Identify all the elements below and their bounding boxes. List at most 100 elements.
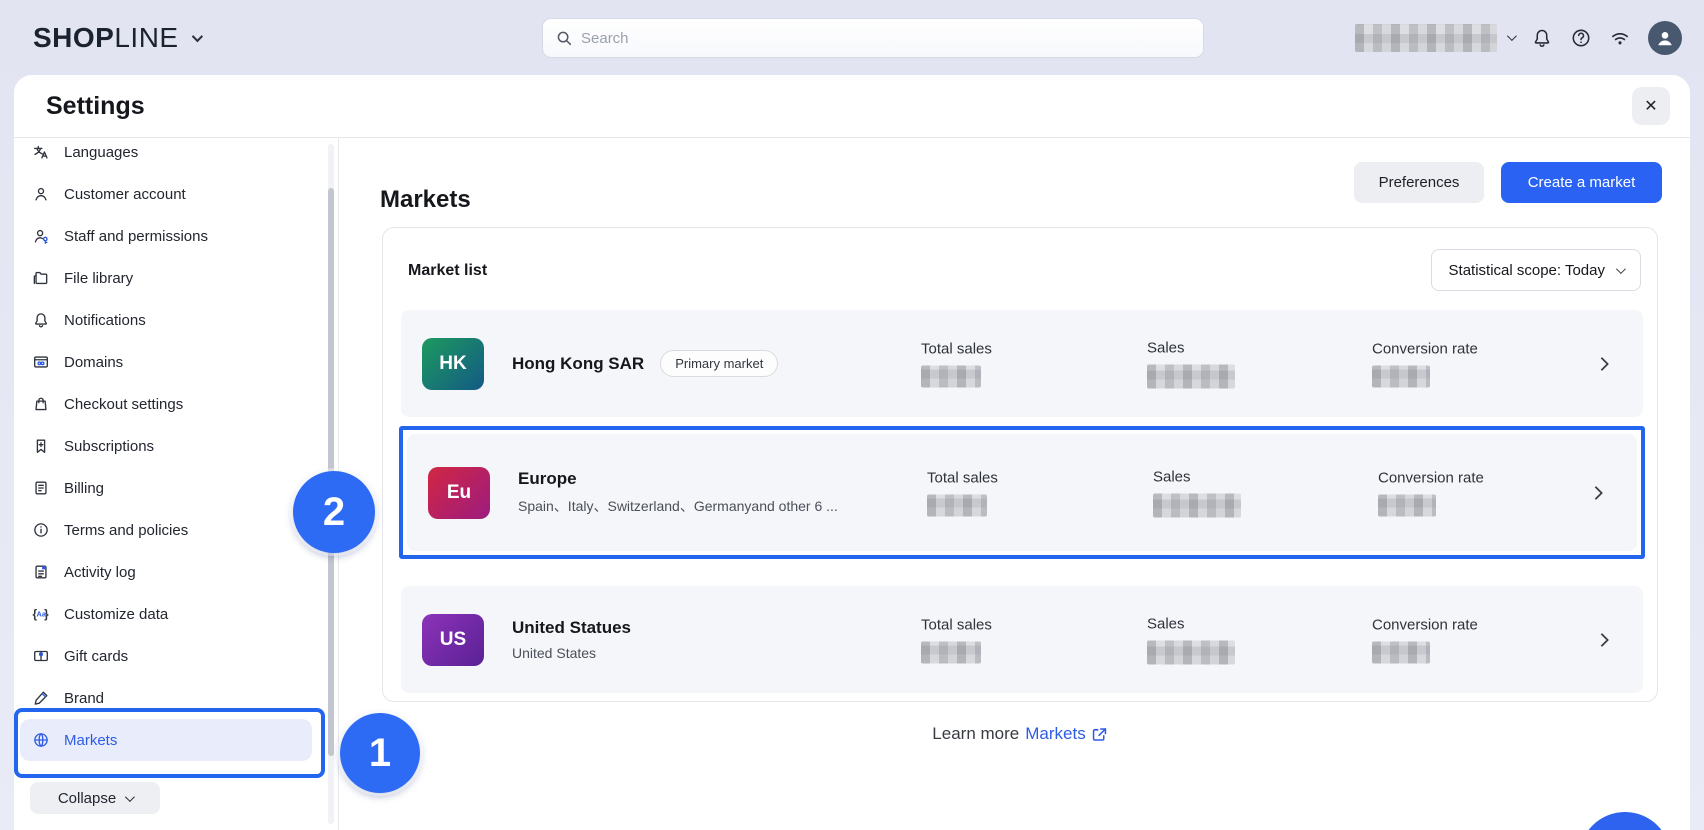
- sidebar-item-gift-cards[interactable]: Gift cards: [20, 635, 312, 677]
- chevron-right-icon: [1595, 632, 1609, 646]
- stat-label-conversion-rate: Conversion rate: [1378, 469, 1484, 486]
- settings-header: Settings ✕: [14, 75, 1690, 138]
- sidebar-item-markets[interactable]: Markets: [20, 719, 312, 761]
- brand-icon: [32, 689, 50, 707]
- customer-account-icon: [32, 185, 50, 203]
- market-name: United Statues: [512, 618, 631, 638]
- customize-data-icon: {}Aa: [32, 605, 50, 623]
- statistical-scope-label: Statistical scope: Today: [1449, 262, 1605, 279]
- sidebar-list: Languages Customer account Staff and per…: [20, 138, 312, 761]
- markets-link-label: Markets: [1025, 724, 1085, 744]
- external-link-icon: [1091, 726, 1108, 743]
- stat-label-sales: Sales: [1147, 339, 1235, 356]
- statistical-scope-dropdown[interactable]: Statistical scope: Today: [1431, 249, 1641, 291]
- redacted-value: [1378, 494, 1436, 516]
- staff-permissions-icon: [32, 227, 50, 245]
- sidebar-item-customer-account[interactable]: Customer account: [20, 173, 312, 215]
- sidebar-item-billing[interactable]: Billing: [20, 467, 312, 509]
- redacted-value: [921, 365, 981, 387]
- help-icon[interactable]: [1570, 27, 1592, 49]
- sidebar-item-file-library[interactable]: File library: [20, 257, 312, 299]
- stat-label-conversion-rate: Conversion rate: [1372, 340, 1478, 357]
- stat-label-total-sales: Total sales: [921, 340, 992, 357]
- stat-label-sales: Sales: [1147, 615, 1235, 632]
- sidebar-item-brand[interactable]: Brand: [20, 677, 312, 719]
- search-icon: [555, 29, 573, 47]
- shopline-logo-text: SHOPLINE: [33, 22, 179, 54]
- learn-more-text: Learn more: [932, 724, 1019, 744]
- domains-icon: [32, 353, 50, 371]
- languages-icon: [32, 143, 50, 161]
- redacted-value: [1147, 640, 1235, 664]
- activity-log-icon: [32, 563, 50, 581]
- sidebar-item-domains[interactable]: Domains: [20, 341, 312, 383]
- account-name-redacted: [1355, 24, 1497, 52]
- preferences-button[interactable]: Preferences: [1354, 162, 1484, 203]
- chevron-right-icon: [1595, 356, 1609, 370]
- markets-title: Markets: [380, 186, 471, 214]
- markets-globe-icon: [32, 731, 50, 749]
- markets-main: Markets Preferences Create a market Mark…: [339, 138, 1690, 830]
- redacted-value: [1372, 365, 1430, 387]
- billing-icon: [32, 479, 50, 497]
- checkout-icon: [32, 395, 50, 413]
- file-library-icon: [32, 269, 50, 287]
- wifi-icon[interactable]: [1609, 27, 1631, 49]
- redacted-value: [1372, 641, 1430, 663]
- collapse-label: Collapse: [58, 790, 116, 807]
- settings-sidebar: Languages Customer account Staff and per…: [14, 138, 339, 830]
- primary-market-tag: Primary market: [660, 350, 778, 377]
- shopline-logo[interactable]: SHOPLINE: [33, 0, 200, 75]
- market-badge: US: [422, 614, 484, 666]
- market-badge: Eu: [428, 467, 490, 519]
- sidebar-item-staff-and-permissions[interactable]: Staff and permissions: [20, 215, 312, 257]
- redacted-value: [1147, 364, 1235, 388]
- create-market-button[interactable]: Create a market: [1501, 162, 1662, 203]
- market-name: Europe: [518, 469, 577, 489]
- market-list-title: Market list: [408, 262, 487, 280]
- page-title: Settings: [46, 92, 145, 121]
- avatar-icon[interactable]: [1648, 21, 1682, 55]
- market-regions: United States: [512, 645, 631, 661]
- chevron-right-icon: [1589, 485, 1603, 499]
- step-2-number: 2: [323, 490, 345, 535]
- redacted-value: [1153, 493, 1241, 517]
- step-1-badge: 1: [340, 713, 420, 793]
- chevron-down-icon: [1616, 264, 1626, 274]
- sidebar-item-terms-and-policies[interactable]: Terms and policies: [20, 509, 312, 551]
- markets-help-link[interactable]: Markets: [1025, 724, 1107, 744]
- market-row-us[interactable]: US United Statues United States Total sa…: [401, 586, 1643, 693]
- step-1-number: 1: [369, 731, 391, 776]
- sidebar-item-subscriptions[interactable]: Subscriptions: [20, 425, 312, 467]
- stat-label-total-sales: Total sales: [927, 469, 998, 486]
- close-icon: ✕: [1644, 96, 1657, 116]
- topbar-right-cluster: [1355, 0, 1682, 75]
- stat-label-sales: Sales: [1153, 468, 1241, 485]
- market-row-hk[interactable]: HK Hong Kong SAR Primary market Total sa…: [401, 310, 1643, 417]
- sidebar-item-activity-log[interactable]: Activity log: [20, 551, 312, 593]
- subscriptions-icon: [32, 437, 50, 455]
- search-input[interactable]: [581, 30, 1191, 47]
- chevron-down-icon: [125, 792, 135, 802]
- chevron-down-icon: [1507, 31, 1517, 41]
- market-badge: HK: [422, 338, 484, 390]
- step-2-badge: 2: [293, 471, 375, 553]
- collapse-button[interactable]: Collapse: [30, 782, 160, 814]
- global-search[interactable]: [542, 18, 1204, 58]
- topbar: SHOPLINE: [0, 0, 1704, 75]
- market-list-card: Market list Statistical scope: Today HK …: [382, 227, 1658, 702]
- sidebar-item-customize-data[interactable]: {}Aa Customize data: [20, 593, 312, 635]
- gift-cards-icon: [32, 647, 50, 665]
- bell-icon[interactable]: [1531, 27, 1553, 49]
- settings-panel: Settings ✕ Languages Customer account St…: [14, 75, 1690, 830]
- stat-label-total-sales: Total sales: [921, 616, 992, 633]
- stat-label-conversion-rate: Conversion rate: [1372, 616, 1478, 633]
- bell-icon: [32, 311, 50, 329]
- sidebar-item-checkout-settings[interactable]: Checkout settings: [20, 383, 312, 425]
- sidebar-item-languages[interactable]: Languages: [20, 138, 312, 173]
- market-row-eu[interactable]: Eu Europe Spain、Italy、Switzerland、German…: [407, 434, 1637, 551]
- market-regions: Spain、Italy、Switzerland、Germanyand other…: [518, 496, 838, 516]
- account-switcher[interactable]: [1355, 24, 1514, 52]
- close-button[interactable]: ✕: [1632, 87, 1670, 125]
- sidebar-item-notifications[interactable]: Notifications: [20, 299, 312, 341]
